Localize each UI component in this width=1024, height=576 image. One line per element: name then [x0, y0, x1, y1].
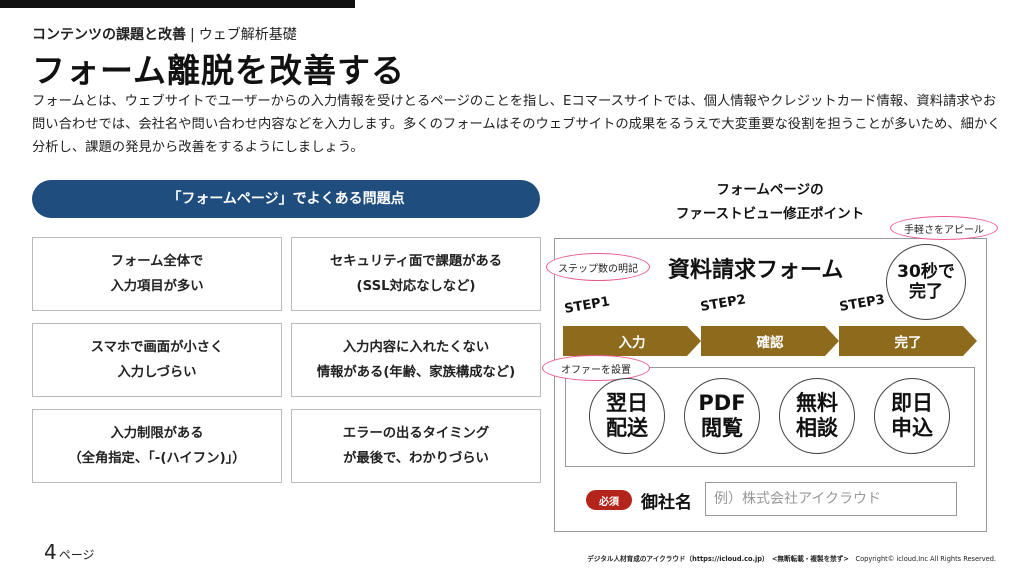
- problem-card: セキュリティ面で課題がある (SSL対応なしなど): [291, 237, 541, 311]
- footer-credits: デジタル人材育成のアイクラウド（https://icloud.co.jp） <無…: [587, 553, 996, 563]
- offer-pdf-view: PDF 閲覧: [684, 378, 760, 454]
- callout-offer: オファーを設置: [542, 355, 650, 381]
- breadcrumb: コンテンツの課題と改善 | ウェブ解析基礎: [32, 24, 297, 44]
- breadcrumb-separator: |: [190, 27, 195, 43]
- company-name-label: 御社名: [641, 493, 692, 513]
- offer-free-consult: 無料 相談: [779, 378, 855, 454]
- intro-paragraph: フォームとは、ウェブサイトでユーザーからの入力情報を受けとるページのことを指し、…: [32, 94, 1001, 155]
- footer-copyright: Copyright© icloud.Inc All Rights Reserve…: [855, 555, 997, 563]
- breadcrumb-sub: ウェブ解析基礎: [198, 27, 297, 43]
- problem-card: 入力内容に入れたくない 情報がある(年齢、家族構成など): [291, 323, 541, 397]
- page-title: フォーム離脱を改善する: [32, 51, 406, 90]
- step-arrow-input: 入力: [563, 326, 701, 356]
- callout-steps: ステップ数の明記: [546, 253, 650, 281]
- step-arrow-confirm: 確認: [701, 326, 839, 356]
- callout-ease: 手軽さをアピール: [890, 216, 998, 240]
- promise-bubble: 30秒で 完了: [886, 244, 966, 320]
- problems-heading: 「フォームページ」でよくある問題点: [32, 180, 540, 218]
- offer-same-day-apply: 即日 申込: [874, 378, 950, 454]
- required-badge: 必須: [586, 490, 632, 510]
- breadcrumb-main: コンテンツの課題と改善: [32, 27, 186, 43]
- top-accent-bar: [0, 0, 355, 8]
- page-number-value: 4: [44, 540, 57, 564]
- firstview-title: フォームページの ファーストビュー修正ポイント: [675, 182, 865, 222]
- problem-card: エラーの出るタイミング が最後で、わかりづらい: [291, 409, 541, 483]
- page-number: 4 ページ: [44, 540, 95, 564]
- form-title: 資料請求フォーム: [668, 258, 844, 283]
- problem-card: スマホで画面が小さく 入力しづらい: [32, 323, 282, 397]
- company-name-input[interactable]: [705, 482, 957, 516]
- footer-site: デジタル人材育成のアイクラウド（https://icloud.co.jp） <無…: [587, 555, 849, 563]
- page-number-unit: ページ: [58, 548, 95, 562]
- problem-card: フォーム全体で 入力項目が多い: [32, 237, 282, 311]
- offer-next-day-delivery: 翌日 配送: [589, 378, 665, 454]
- problem-card: 入力制限がある （全角指定、「-(ハイフン)」）: [32, 409, 282, 483]
- step-arrow-complete: 完了: [839, 326, 977, 356]
